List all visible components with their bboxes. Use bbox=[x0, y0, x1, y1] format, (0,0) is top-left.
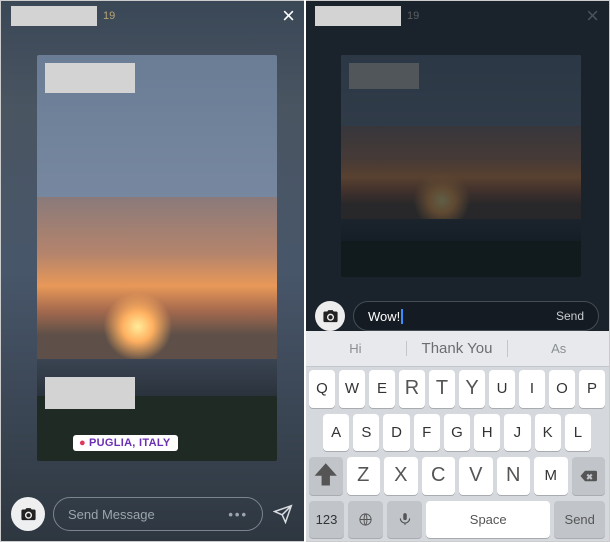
paper-plane-icon bbox=[273, 504, 293, 524]
key-s[interactable]: S bbox=[353, 414, 379, 452]
key-row-3: Z X C V N M bbox=[305, 454, 609, 498]
text-cursor bbox=[401, 309, 403, 324]
close-icon[interactable]: × bbox=[282, 5, 295, 27]
key-i[interactable]: I bbox=[519, 370, 545, 408]
key-v[interactable]: V bbox=[459, 457, 493, 495]
backspace-icon bbox=[579, 467, 597, 485]
suggestion-3[interactable]: As bbox=[508, 341, 609, 356]
key-p[interactable]: P bbox=[579, 370, 605, 408]
location-pin-icon: ● bbox=[79, 437, 86, 449]
key-row-4: 123 Space Send bbox=[305, 498, 609, 542]
key-d[interactable]: D bbox=[383, 414, 409, 452]
keyboard: Hi Thank You As Q W E R T Y U I O P A S … bbox=[305, 331, 609, 541]
key-q[interactable]: Q bbox=[309, 370, 335, 408]
key-shift[interactable] bbox=[309, 457, 343, 495]
key-backspace[interactable] bbox=[572, 457, 606, 495]
mic-icon bbox=[398, 512, 412, 526]
globe-icon bbox=[358, 512, 373, 527]
story-reply-right: 19 × Wow! Send Hi Thank You As Q bbox=[305, 1, 609, 541]
camera-icon bbox=[322, 308, 339, 325]
key-f[interactable]: F bbox=[414, 414, 440, 452]
shift-icon bbox=[309, 459, 343, 493]
key-h[interactable]: H bbox=[474, 414, 500, 452]
key-j[interactable]: J bbox=[504, 414, 530, 452]
key-mic[interactable] bbox=[387, 501, 422, 539]
key-k[interactable]: K bbox=[535, 414, 561, 452]
message-input-active[interactable]: Wow! Send bbox=[353, 301, 599, 331]
story-header: 19 × bbox=[305, 1, 609, 31]
key-globe[interactable] bbox=[348, 501, 383, 539]
key-123[interactable]: 123 bbox=[309, 501, 344, 539]
story-image[interactable]: ● PUGLIA, ITALY bbox=[37, 55, 277, 461]
story-timestamp: 19 bbox=[103, 10, 115, 22]
suggestion-2[interactable]: Thank You bbox=[407, 340, 509, 357]
story-overlay-redacted-top bbox=[45, 63, 135, 93]
key-t[interactable]: T bbox=[429, 370, 455, 408]
key-row-2: A S D F G H J K L bbox=[305, 411, 609, 455]
location-sticker[interactable]: ● PUGLIA, ITALY bbox=[73, 435, 178, 451]
key-n[interactable]: N bbox=[497, 457, 531, 495]
key-o[interactable]: O bbox=[549, 370, 575, 408]
message-input[interactable]: Send Message ••• bbox=[53, 497, 263, 531]
key-send[interactable]: Send bbox=[554, 501, 605, 539]
story-viewer-left: 19 × ● PUGLIA, ITALY Send Message ••• bbox=[1, 1, 305, 541]
story-overlay-redacted-bottom bbox=[45, 377, 135, 409]
message-placeholder: Send Message bbox=[68, 507, 155, 522]
key-u[interactable]: U bbox=[489, 370, 515, 408]
location-text: PUGLIA, ITALY bbox=[89, 437, 171, 449]
user-avatar-redacted[interactable] bbox=[315, 6, 401, 26]
reply-bar: Send Message ••• bbox=[1, 487, 305, 541]
story-image-dimmed[interactable] bbox=[341, 55, 581, 277]
key-c[interactable]: C bbox=[422, 457, 456, 495]
key-y[interactable]: Y bbox=[459, 370, 485, 408]
key-row-1: Q W E R T Y U I O P bbox=[305, 367, 609, 411]
key-a[interactable]: A bbox=[323, 414, 349, 452]
key-w[interactable]: W bbox=[339, 370, 365, 408]
key-g[interactable]: G bbox=[444, 414, 470, 452]
camera-button[interactable] bbox=[11, 497, 45, 531]
key-z[interactable]: Z bbox=[347, 457, 381, 495]
camera-button[interactable] bbox=[315, 301, 345, 331]
suggestion-1[interactable]: Hi bbox=[305, 341, 407, 356]
typed-text: Wow! bbox=[368, 309, 400, 324]
key-l[interactable]: L bbox=[565, 414, 591, 452]
send-button[interactable]: Send bbox=[556, 309, 584, 323]
key-x[interactable]: X bbox=[384, 457, 418, 495]
key-e[interactable]: E bbox=[369, 370, 395, 408]
story-header: 19 × bbox=[1, 1, 305, 31]
key-m[interactable]: M bbox=[534, 457, 568, 495]
share-button[interactable] bbox=[271, 504, 295, 524]
suggestion-bar: Hi Thank You As bbox=[305, 331, 609, 367]
more-options-icon[interactable]: ••• bbox=[228, 507, 248, 522]
camera-icon bbox=[20, 506, 37, 523]
story-overlay-redacted-top bbox=[349, 63, 419, 89]
key-space[interactable]: Space bbox=[426, 501, 550, 539]
story-timestamp: 19 bbox=[407, 10, 419, 22]
user-avatar-redacted[interactable] bbox=[11, 6, 97, 26]
key-r[interactable]: R bbox=[399, 370, 425, 408]
close-icon[interactable]: × bbox=[586, 5, 599, 27]
